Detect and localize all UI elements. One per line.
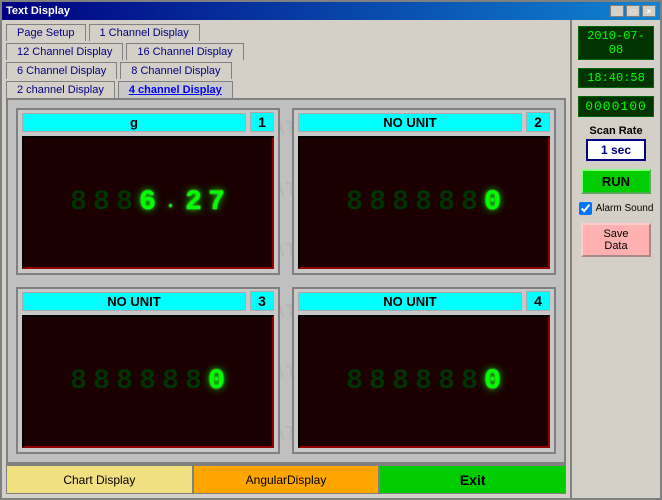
channel-2-screen: 8 8 8 8 8 8 0	[298, 136, 550, 269]
alarm-sound-section: Alarm Sound	[579, 202, 654, 215]
digit-3-2: 8	[92, 366, 112, 397]
close-button[interactable]: ×	[642, 5, 656, 17]
tab-2-channel[interactable]: 2 channel Display	[6, 81, 115, 98]
channel-3-box: NO UNIT 3 8 8 8 8 8 8 0	[16, 287, 280, 454]
main-content: Page Setup 1 Channel Display 12 Channel …	[2, 20, 660, 498]
channel-3-number: 3	[250, 291, 274, 311]
channel-2-digits: 8 8 8 8 8 8 0	[345, 187, 503, 218]
channel-1-screen: 8 8 8 6 . 2 7	[22, 136, 274, 269]
tab-row-4: 2 channel Display 4 channel Display	[6, 81, 566, 98]
channel-1-number: 1	[250, 112, 274, 132]
run-button[interactable]: RUN	[581, 169, 651, 194]
digit-2-5: 8	[437, 187, 457, 218]
digit-4-3: 8	[391, 366, 411, 397]
digit-1-3: 8	[115, 187, 135, 218]
digit-2-4: 8	[414, 187, 434, 218]
digit-4-5: 8	[437, 366, 457, 397]
tab-row-3: 6 Channel Display 8 Channel Display	[6, 62, 566, 79]
digit-3-1: 8	[69, 366, 89, 397]
title-bar-buttons: _ □ ×	[610, 5, 656, 17]
digit-4-6: 8	[460, 366, 480, 397]
channel-2-header: NO UNIT 2	[294, 110, 554, 134]
channel-4-box: NO UNIT 4 8 8 8 8 8 8 0	[292, 287, 556, 454]
alarm-sound-checkbox[interactable]	[579, 202, 592, 215]
digit-3-3: 8	[115, 366, 135, 397]
angular-display-button[interactable]: AngularDisplay	[193, 465, 380, 494]
digit-2-3: 8	[391, 187, 411, 218]
alarm-sound-label: Alarm Sound	[596, 203, 654, 214]
tabs-area: Page Setup 1 Channel Display 12 Channel …	[6, 24, 566, 98]
channel-1-unit: g	[22, 113, 246, 132]
digit-1-1: 8	[69, 187, 89, 218]
title-bar: Text Display _ □ ×	[2, 2, 660, 20]
digit-4-7: 0	[483, 366, 503, 397]
tab-12-channel[interactable]: 12 Channel Display	[6, 43, 123, 60]
scan-rate-value: 1 sec	[586, 139, 646, 161]
counter-display: 0000100	[578, 96, 654, 117]
channel-2-unit: NO UNIT	[298, 113, 522, 132]
channel-4-digits: 8 8 8 8 8 8 0	[345, 366, 503, 397]
channel-4-unit: NO UNIT	[298, 292, 522, 311]
channel-3-header: NO UNIT 3	[18, 289, 278, 313]
channels-grid: g 1 8 8 8 6 . 2 7	[16, 108, 556, 454]
tab-row-2: 12 Channel Display 16 Channel Display	[6, 43, 566, 60]
left-panel: Page Setup 1 Channel Display 12 Channel …	[2, 20, 570, 498]
tab-16-channel[interactable]: 16 Channel Display	[126, 43, 243, 60]
digit-2-7: 0	[483, 187, 503, 218]
right-panel: 2010-07-08 18:40:58 0000100 Scan Rate 1 …	[570, 20, 660, 498]
digit-4-4: 8	[414, 366, 434, 397]
digit-2-6: 8	[460, 187, 480, 218]
display-content: LEGATOOL LEGATOOL LEGATOOL LEGATOOL LEGA…	[6, 98, 566, 464]
minimize-button[interactable]: _	[610, 5, 624, 17]
tab-6-channel[interactable]: 6 Channel Display	[6, 62, 117, 79]
save-data-button[interactable]: Save Data	[581, 223, 651, 257]
channel-2-box: NO UNIT 2 8 8 8 8 8 8 0	[292, 108, 556, 275]
digit-1-5: 2	[184, 187, 204, 218]
tab-8-channel[interactable]: 8 Channel Display	[120, 62, 231, 79]
tab-1-channel[interactable]: 1 Channel Display	[89, 24, 200, 41]
digit-3-6: 8	[184, 366, 204, 397]
digit-4-2: 8	[368, 366, 388, 397]
window-title: Text Display	[6, 5, 70, 17]
channel-3-digits: 8 8 8 8 8 8 0	[69, 366, 227, 397]
main-window: Text Display _ □ × Page Setup 1 Channel …	[0, 0, 662, 500]
time-display: 18:40:58	[578, 68, 654, 88]
scan-rate-label: Scan Rate	[589, 125, 642, 137]
channel-1-header: g 1	[18, 110, 278, 134]
digit-2-1: 8	[345, 187, 365, 218]
chart-display-button[interactable]: Chart Display	[6, 465, 193, 494]
date-display: 2010-07-08	[578, 26, 654, 60]
channel-4-number: 4	[526, 291, 550, 311]
digit-1-4: 6	[138, 187, 158, 218]
channel-1-digits: 8 8 8 6 . 2 7	[69, 187, 227, 218]
digit-1-6: 7	[207, 187, 227, 218]
channel-4-header: NO UNIT 4	[294, 289, 554, 313]
digit-3-4: 8	[138, 366, 158, 397]
channel-3-unit: NO UNIT	[22, 292, 246, 311]
maximize-button[interactable]: □	[626, 5, 640, 17]
channel-2-number: 2	[526, 112, 550, 132]
digit-4-1: 8	[345, 366, 365, 397]
digit-3-7: 0	[207, 366, 227, 397]
tab-4-channel[interactable]: 4 channel Display	[118, 81, 233, 98]
channel-1-box: g 1 8 8 8 6 . 2 7	[16, 108, 280, 275]
digit-3-5: 8	[161, 366, 181, 397]
scan-rate-section: Scan Rate 1 sec	[586, 125, 646, 161]
tab-row-1: Page Setup 1 Channel Display	[6, 24, 566, 41]
digit-1-2: 8	[92, 187, 112, 218]
channel-3-screen: 8 8 8 8 8 8 0	[22, 315, 274, 448]
digit-1-dot: .	[161, 193, 181, 213]
bottom-bar: Chart Display AngularDisplay Exit	[6, 464, 566, 494]
tab-page-setup[interactable]: Page Setup	[6, 24, 86, 41]
exit-button[interactable]: Exit	[379, 465, 566, 494]
digit-2-2: 8	[368, 187, 388, 218]
channel-4-screen: 8 8 8 8 8 8 0	[298, 315, 550, 448]
